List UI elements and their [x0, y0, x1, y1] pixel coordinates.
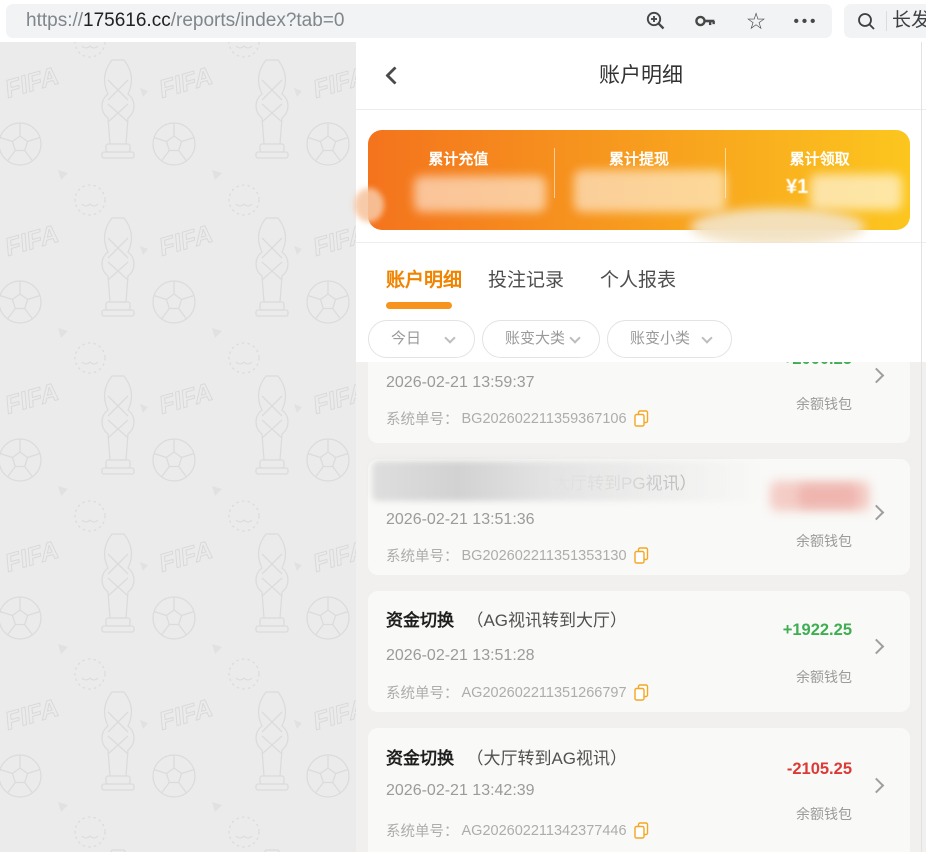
chevron-down-icon	[701, 332, 712, 343]
order-number: AG202602211342377446	[462, 823, 627, 839]
transaction-card[interactable]: 资金切换 （AG视讯转到大厅） 2026-02-21 13:51:28 系统单号…	[368, 591, 910, 712]
fifa-watermark-background: FIFA	[0, 42, 356, 852]
transaction-title: 资金切换 （大厅转到AG视讯）	[386, 744, 627, 769]
chevron-right-icon[interactable]	[869, 505, 885, 521]
copy-icon[interactable]	[634, 684, 649, 701]
redacted-title-blob	[372, 461, 762, 501]
transaction-card[interactable]: 资金切换 （大厅转到AG视讯） 2026-02-21 13:42:39 系统单号…	[368, 728, 910, 852]
url-domain: 175616.cc	[83, 10, 171, 31]
major-category-dropdown[interactable]: 账变大类	[482, 320, 600, 358]
tabs-and-filters: 账户明细 投注记录 个人报表 今日 账变大类 账变小类	[356, 243, 926, 362]
total-withdraw-label: 累计提现	[549, 148, 730, 169]
order-prefix: 系统单号：	[386, 545, 459, 566]
bookmark-star-icon[interactable]: ☆	[744, 9, 768, 33]
chevron-right-icon[interactable]	[869, 778, 885, 794]
transaction-title: 资金切换 （AG视讯转到大厅）	[386, 606, 627, 631]
minor-category-label: 账变小类	[630, 321, 690, 357]
redacted-amount-blob	[798, 485, 858, 507]
transaction-card[interactable]: 2026-02-21 13:59:37 系统单号：BG2026022113593…	[368, 362, 910, 443]
transaction-time: 2026-02-21 13:59:37	[386, 374, 535, 392]
copy-icon[interactable]	[634, 822, 649, 839]
wallet-label: 余额钱包	[796, 804, 852, 824]
order-prefix: 系统单号：	[386, 682, 459, 703]
transaction-time: 2026-02-21 13:51:36	[386, 511, 535, 529]
order-prefix: 系统单号：	[386, 408, 459, 429]
chevron-down-icon	[444, 332, 455, 343]
wallet-label: 余额钱包	[796, 394, 852, 414]
url-path: /reports/index?tab=0	[171, 10, 345, 31]
wallet-label: 余额钱包	[796, 667, 852, 687]
transaction-subtitle: （大厅转到AG视讯）	[466, 749, 627, 768]
totals-card: 累计充值 累计提现 累计领取 ¥1	[368, 130, 910, 230]
account-detail-panel: 账户明细 累计充值 累计提现 累计领取 ¥1 账户明细 投注记录 个人报表	[356, 42, 926, 852]
browser-toolbar: https://175616.cc/reports/index?tab=0 ☆ …	[0, 0, 926, 42]
page-header: 账户明细	[356, 42, 926, 110]
address-bar[interactable]: https://175616.cc/reports/index?tab=0 ☆ …	[6, 4, 832, 38]
url-scheme: https://	[26, 10, 83, 31]
transaction-amount: -2105.25	[787, 760, 852, 779]
transaction-amount: +1922.25	[783, 621, 852, 640]
transaction-card[interactable]: （大厅转到PG视讯） 2026-02-21 13:51:36 系统单号：BG20…	[368, 459, 910, 575]
date-filter-dropdown[interactable]: 今日	[368, 320, 475, 358]
search-divider	[886, 11, 887, 31]
tab-account-detail[interactable]: 账户明细	[386, 265, 462, 292]
active-tab-indicator	[386, 302, 452, 309]
wallet-label: 余额钱包	[796, 531, 852, 551]
redacted-blob	[690, 208, 865, 246]
chevron-right-icon[interactable]	[869, 639, 885, 655]
zoom-in-icon[interactable]	[644, 9, 668, 33]
scrollbar-edge[interactable]	[921, 42, 922, 852]
redacted-blob	[354, 188, 384, 222]
minor-category-dropdown[interactable]: 账变小类	[607, 320, 732, 358]
redacted-withdraw-value	[574, 170, 726, 212]
url-text: https://175616.cc/reports/index?tab=0	[26, 4, 344, 38]
order-number: BG202602211351353130	[462, 548, 627, 564]
redacted-deposit-value	[414, 176, 546, 212]
major-category-label: 账变大类	[505, 321, 565, 357]
transaction-order: 系统单号：BG202602211351353130	[386, 545, 649, 566]
transaction-order: 系统单号：AG202602211342377446	[386, 820, 649, 841]
tab-personal-report[interactable]: 个人报表	[600, 265, 676, 292]
page-title: 账户明细	[356, 42, 926, 110]
order-number: AG202602211351266797	[462, 685, 627, 701]
chevron-down-icon	[569, 332, 580, 343]
order-prefix: 系统单号：	[386, 820, 459, 841]
order-number: BG202602211359367106	[462, 411, 627, 427]
chevron-right-icon[interactable]	[869, 368, 885, 384]
browser-search-box[interactable]: 长发	[844, 4, 926, 38]
tab-bet-records[interactable]: 投注记录	[488, 265, 564, 292]
transaction-type: 资金切换	[386, 749, 454, 768]
date-filter-label: 今日	[391, 321, 421, 357]
summary-section: 累计充值 累计提现 累计领取 ¥1	[356, 110, 926, 243]
copy-icon[interactable]	[634, 547, 649, 564]
card-divider	[554, 148, 555, 198]
transaction-time: 2026-02-21 13:42:39	[386, 782, 535, 800]
copy-icon[interactable]	[634, 410, 649, 427]
transaction-type: 资金切换	[386, 611, 454, 630]
transaction-amount: +2000.25	[783, 362, 852, 369]
more-options-icon[interactable]: •••	[794, 9, 818, 33]
transaction-time: 2026-02-21 13:51:28	[386, 647, 535, 665]
transaction-order: 系统单号：BG202602211359367106	[386, 408, 649, 429]
password-key-icon[interactable]	[694, 9, 718, 33]
transaction-order: 系统单号：AG202602211351266797	[386, 682, 649, 703]
redacted-claimed-value	[810, 174, 902, 210]
transaction-subtitle: （AG视讯转到大厅）	[466, 611, 627, 630]
total-deposit-label: 累计充值	[368, 148, 549, 169]
search-query-text: 长发	[892, 4, 926, 38]
total-claimed-label: 累计领取	[729, 148, 910, 169]
total-claimed-value: ¥1	[786, 176, 808, 199]
search-icon	[856, 11, 877, 37]
